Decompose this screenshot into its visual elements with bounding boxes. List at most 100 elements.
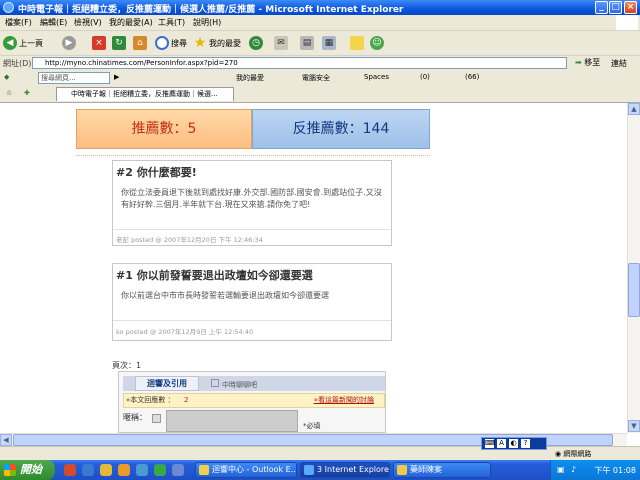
task-internet-explorer[interactable]: 3 Internet Explorer [300,462,390,478]
language-bar[interactable]: ⌨ A ◐? [481,437,547,450]
menu-view[interactable]: 檢視(V) [74,17,102,28]
task-outlook[interactable]: 迴響中心 - Outlook E... [195,462,297,478]
note-button[interactable] [350,34,366,52]
scroll-thumb[interactable] [628,263,640,317]
post-divider [113,229,391,230]
favorites-button[interactable]: ★ 我的最愛 [193,34,241,52]
window-title: 中時電子報｜拒絕糟立委，反推薦運動｜候選人推薦/反推薦 - Microsoft … [18,5,404,15]
back-button[interactable]: ◀ 上一頁 [3,34,43,52]
globe-icon: ◉ [555,450,562,458]
tab-bar: ☆ ✚ 中時電子報｜拒絕糟立委，反推薦運動｜候選... [0,86,640,103]
tab-chat[interactable]: 中時聊聊吧 [211,379,257,390]
stop-icon: × [92,36,106,50]
refresh-button[interactable]: ↻ [112,34,128,52]
quicklaunch-icon[interactable] [172,464,184,476]
search-icon [155,36,169,50]
menu-edit[interactable]: 編輯(E) [40,17,67,28]
nickname-label: 暱稱： [123,413,147,422]
scroll-left-icon[interactable]: ◀ [0,434,12,446]
mail-button[interactable]: ✉ [274,34,290,52]
emoticon-icon[interactable] [152,414,161,423]
post-meta: ko posted @ 2007年12月9日 上午 12:54:40 [116,328,254,336]
search-go-icon[interactable]: ▶ [114,73,119,81]
scroll-up-icon[interactable]: ▲ [628,103,640,115]
forward-button[interactable]: ▶ [62,34,78,52]
address-bar: 網址(D) http://myno.chinatimes.com/PersonI… [0,56,640,72]
menu-bar: 檔案(F) 編輯(E) 檢視(V) 我的最愛(A) 工具(T) 說明(H) [0,15,640,31]
vote-counters: 推薦數：5 反推薦數：144 [76,109,430,149]
ime-mode-icon[interactable]: ◐ [509,439,518,448]
tab-responses[interactable]: 迴響及引用 [135,376,199,391]
nickname-input[interactable] [166,410,298,432]
task-label: 迴響中心 - Outlook E... [212,465,297,474]
volume-icon[interactable]: ♪ [571,465,576,474]
post-divider [113,320,391,321]
reply-count-label: »本文回應數 ： [126,396,175,404]
messenger-icon: ☺ [370,36,384,50]
go-button[interactable]: ➡ 移至 [575,57,600,68]
back-arrow-icon: ◀ [3,36,17,50]
menu-tools[interactable]: 工具(T) [158,17,185,28]
add-favorite-icon[interactable]: ✚ [24,89,30,97]
address-label: 網址(D) [3,59,32,68]
pager: 頁次：1 [112,361,142,370]
title-bar: 中時電子報｜拒絕糟立委，反推薦運動｜候選人推薦/反推薦 - Microsoft … [0,0,640,15]
address-input[interactable]: http://myno.chinatimes.com/PersonInfor.a… [32,57,567,69]
keyboard-icon[interactable]: ⌨ [485,439,495,448]
quicklaunch-icon[interactable] [136,464,148,476]
links-button[interactable]: 連結 [611,58,627,69]
page-content: 推薦數：5 反推薦數：144 #2 你什麼都要! 你從立法委員退下後就到處找好康… [0,103,627,433]
zone-indicator: ◉ 網際網路 [555,449,591,459]
toolbar-messenger-count[interactable]: (66) [465,73,479,81]
scroll-down-icon[interactable]: ▼ [628,420,640,432]
print-icon: ▤ [300,36,314,50]
toolbar-spaces[interactable]: Spaces [364,73,389,81]
home-button[interactable]: ⌂ [133,34,149,52]
clock: 下午 01:08 [594,466,636,475]
network-icon[interactable]: ▣ [557,465,565,474]
recommend-count[interactable]: 推薦數：5 [76,109,252,149]
tab-chat-label: 中時聊聊吧 [222,381,257,389]
messenger-button[interactable]: ☺ [370,34,386,52]
task-label: 3 Internet Explorer [317,465,390,474]
ime-icon[interactable]: A [497,439,506,448]
menu-favorites[interactable]: 我的最愛(A) [109,17,153,28]
toolbar-security[interactable]: 電腦安全 [302,73,330,83]
vertical-scrollbar[interactable]: ▲ ▼ [627,103,640,433]
quicklaunch-icon[interactable] [82,464,94,476]
print-button[interactable]: ▤ [300,34,316,52]
toolbar-favorites[interactable]: 我的最愛 [236,73,264,83]
quicklaunch-icon[interactable] [100,464,112,476]
toolbar-logo-icon: ◆ [4,73,10,81]
history-button[interactable]: ◷ [249,34,265,52]
quicklaunch-icon[interactable] [154,464,166,476]
favorites-center-icon[interactable]: ☆ [6,89,12,97]
ie-icon [3,2,14,13]
anti-recommend-count[interactable]: 反推薦數：144 [252,109,430,149]
toolbar-mail-count[interactable]: (0) [420,73,430,81]
tab-current[interactable]: 中時電子報｜拒絕糟立委，反推薦運動｜候選... [56,87,234,101]
forward-arrow-icon: ▶ [62,36,76,50]
edit-button[interactable]: ▦ [322,34,338,52]
post-body: 你從立法委員退下後就到處找好康.外交部.國防部.國安會.到處站位子.又沒有好好幹… [121,188,382,209]
menu-file[interactable]: 檔案(F) [5,17,32,28]
start-button[interactable]: 開始 [0,460,55,480]
maximize-button[interactable]: □ [609,1,622,14]
web-search-input[interactable]: 搜尋網頁... [38,72,110,84]
go-label: 移至 [584,58,601,67]
close-button[interactable]: × [624,1,637,14]
star-icon: ★ [193,35,207,51]
post-title: #2 你什麼都要! [116,166,197,179]
search-button[interactable]: 搜尋 [155,34,187,52]
refresh-icon: ↻ [112,36,126,50]
help-icon[interactable]: ? [521,439,530,448]
chat-checkbox-icon [211,379,219,387]
menu-help[interactable]: 說明(H) [193,17,221,28]
quicklaunch-icon[interactable] [64,464,76,476]
stop-button[interactable]: × [92,34,108,52]
discussion-link[interactable]: »看這篇新聞的討論 [314,394,374,407]
minimize-button[interactable]: _ [595,1,608,14]
task-folder[interactable]: 藥師陳案 [393,462,491,478]
home-icon: ⌂ [133,36,147,50]
quicklaunch-icon[interactable] [118,464,130,476]
